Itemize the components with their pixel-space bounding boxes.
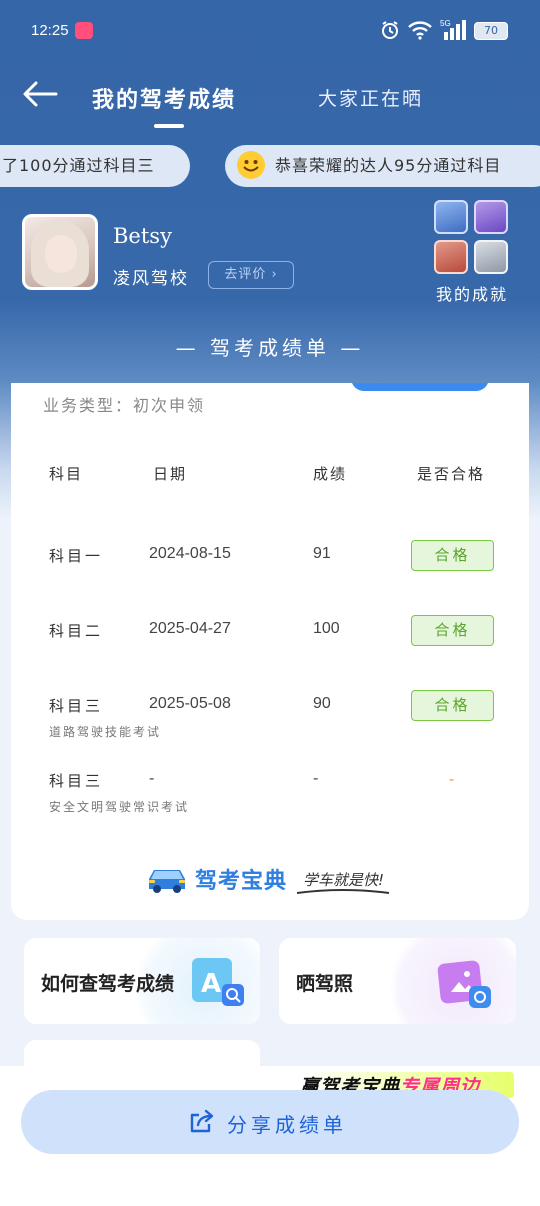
header-date: 日期: [153, 465, 188, 483]
header-subject: 科目: [49, 465, 84, 483]
active-tab-indicator: [154, 124, 184, 128]
row-score: 91: [313, 545, 331, 562]
back-arrow-icon[interactable]: [22, 80, 58, 108]
achievement-badges[interactable]: [434, 200, 512, 276]
header-passed: 是否合格: [417, 465, 486, 483]
tab-everyone-sharing[interactable]: 大家正在晒: [318, 84, 423, 111]
avatar-face: [45, 235, 77, 273]
row-subject: 科目三: [49, 697, 104, 715]
business-type: 业务类型：初次申领: [43, 396, 206, 415]
row-subject: 科目二: [49, 622, 104, 640]
row-date: 2024-08-15: [149, 545, 231, 562]
photo-share-icon: [437, 960, 491, 1008]
user-name: Betsy: [113, 224, 172, 248]
row-score: 100: [313, 620, 340, 637]
driving-school-name: 凌风驾校: [113, 269, 189, 289]
alarm-icon: [382, 21, 398, 39]
share-scorecard-button[interactable]: 分享成绩单: [21, 1090, 519, 1154]
card-label: 如何查驾考成绩: [41, 973, 175, 995]
car-logo-icon: [149, 870, 185, 893]
share-icon: [190, 1109, 214, 1133]
svg-text:A: A: [201, 969, 221, 999]
row-subject: 科目一: [49, 547, 104, 565]
wifi-icon: [408, 21, 432, 40]
smile-emoji-icon: [237, 150, 265, 179]
status-bar: 12:25 5G 70: [0, 0, 540, 62]
signal-icon: 5G: [440, 19, 466, 40]
chevron-right-icon: ›: [266, 267, 278, 282]
result-pending: -: [449, 772, 455, 788]
badge-icon: [434, 200, 468, 234]
row-subject: 科目三: [49, 772, 104, 790]
my-achievements-link[interactable]: 我的成就: [436, 281, 508, 305]
decorative-pill: [351, 383, 489, 391]
badge-icon: [474, 200, 508, 234]
brand-name: 驾考宝典: [195, 869, 288, 894]
row-date: 2025-04-27: [149, 620, 231, 637]
review-button[interactable]: 去评价 ›: [208, 261, 294, 289]
pass-badge: 合格: [411, 540, 494, 571]
slogan-underline: [296, 889, 390, 894]
battery-icon: 70: [474, 22, 508, 40]
share-button-label: 分享成绩单: [227, 1113, 347, 1137]
pass-badge: 合格: [411, 615, 494, 646]
pass-badge: 合格: [411, 690, 494, 721]
ticker-text: 了100分通过科目三: [2, 156, 155, 175]
document-search-icon: A: [192, 958, 244, 1006]
scorecard: 业务类型：初次申领 科目 日期 成绩 是否合格 科目一 2024-08-15 9…: [11, 383, 529, 920]
review-button-label: 去评价: [224, 267, 267, 282]
row-score: -: [313, 770, 319, 787]
scorecard-title: — 驾考成绩单 —: [175, 336, 365, 360]
row-date: -: [149, 770, 155, 787]
tab-my-scores[interactable]: 我的驾考成绩: [92, 82, 236, 114]
status-time: 12:25: [31, 22, 69, 39]
header-score: 成绩: [313, 465, 348, 483]
show-license-card[interactable]: 晒驾照: [279, 938, 516, 1024]
row-note: 道路驾驶技能考试: [49, 725, 162, 739]
ticker-item: 恭喜荣耀的达人95分通过科目: [225, 145, 540, 187]
ticker-item: 了100分通过科目三: [0, 145, 190, 187]
how-to-check-scores-card[interactable]: 如何查驾考成绩 A: [24, 938, 260, 1024]
badge-icon: [474, 240, 508, 274]
avatar[interactable]: [22, 214, 98, 290]
brand-footer: 驾考宝典 学车就是快!: [145, 861, 405, 901]
badge-icon: [434, 240, 468, 274]
card-label: 晒驾照: [296, 973, 354, 995]
ticker-text: 恭喜荣耀的达人95分通过科目: [275, 156, 502, 175]
row-date: 2025-05-08: [149, 695, 231, 712]
top-nav: 我的驾考成绩 大家正在晒: [0, 62, 540, 132]
row-note: 安全文明驾驶常识考试: [49, 800, 190, 814]
svg-text:5G: 5G: [440, 19, 451, 28]
app-notification-icon: [75, 22, 93, 39]
row-score: 90: [313, 695, 331, 712]
